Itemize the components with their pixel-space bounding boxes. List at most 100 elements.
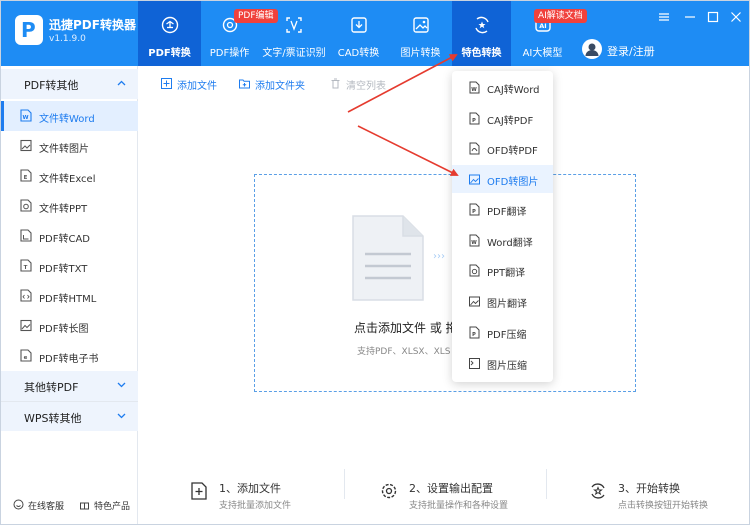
dropdown-item-caj-to-pdf[interactable]: P CAJ转PDF <box>452 104 553 132</box>
group-label: PDF转其他 <box>24 79 79 92</box>
login-register-link[interactable]: 登录/注册 <box>607 43 655 59</box>
step-divider <box>546 469 547 499</box>
sidebar-item-file-to-ppt[interactable]: 文件转PPT <box>1 191 138 221</box>
sidebar-group-other-to-pdf[interactable]: 其他转PDF <box>1 371 138 401</box>
dropdown-item-label: CAJ转PDF <box>487 116 534 127</box>
dropdown-item-label: PDF压缩 <box>487 330 527 341</box>
html-file-icon <box>20 289 32 302</box>
pdf-icon: P <box>469 203 480 216</box>
app-window: P 迅捷PDF转换器 v1.1.9.0 PDF转换 PDF操作 PDF编辑 文字… <box>0 0 750 525</box>
long-image-icon <box>20 319 32 332</box>
add-file-icon <box>191 482 207 500</box>
dropdown-item-label: OFD转PDF <box>487 146 538 157</box>
maximize-icon[interactable] <box>707 11 719 23</box>
dropdown-item-label: PPT翻译 <box>487 268 526 279</box>
nav-label: CAD转换 <box>337 48 380 59</box>
sidebar-group-pdf-to-other[interactable]: PDF转其他 <box>1 69 138 99</box>
sidebar-item-label: PDF转TXT <box>39 264 88 275</box>
image-file-icon <box>20 139 32 152</box>
ppt-icon <box>469 264 480 277</box>
add-folder-icon <box>239 79 250 89</box>
dropdown-item-caj-to-word[interactable]: W CAJ转Word <box>452 73 553 101</box>
avatar[interactable] <box>582 39 602 59</box>
add-file-label: 添加文件 <box>177 81 217 92</box>
svg-text:P: P <box>472 118 476 124</box>
dropdown-item-pdf-compress[interactable]: P PDF压缩 <box>452 318 553 346</box>
nav-ocr[interactable]: 文字/票证识别 <box>258 1 330 66</box>
step-title: 1、添加文件 <box>219 482 281 495</box>
nav-pdf-convert[interactable]: PDF转换 <box>138 1 201 66</box>
annotation-arrow-to-ofd-image <box>357 125 459 176</box>
step-title: 2、设置输出配置 <box>409 482 493 495</box>
cad-file-icon <box>20 229 32 242</box>
sidebar-item-file-to-image[interactable]: 文件转图片 <box>1 131 138 161</box>
sidebar-item-file-to-word[interactable]: W 文件转Word <box>1 101 138 131</box>
nav-image-convert[interactable]: 图片转换 <box>392 1 449 66</box>
image-icon <box>469 296 480 307</box>
word-icon: W <box>469 234 480 247</box>
sidebar-item-label: 文件转Excel <box>39 174 96 185</box>
svg-text:W: W <box>22 115 28 121</box>
svg-text:W: W <box>471 240 477 246</box>
file-drop-zone[interactable] <box>254 174 636 392</box>
sidebar-item-pdf-to-ebook[interactable]: e PDF转电子书 <box>1 341 138 371</box>
dropdown-item-label: 图片翻译 <box>487 299 527 310</box>
ebook-icon: e <box>20 349 32 362</box>
menu-icon[interactable] <box>658 11 670 23</box>
ppt-file-icon <box>20 199 32 212</box>
download-box-icon <box>350 17 367 33</box>
app-version: v1.1.9.0 <box>49 34 86 44</box>
image-icon <box>412 17 429 33</box>
clear-list-label: 清空列表 <box>346 81 386 92</box>
dropdown-item-word-translate[interactable]: W Word翻译 <box>452 226 553 254</box>
sidebar-item-pdf-to-txt[interactable]: T PDF转TXT <box>1 251 138 281</box>
group-label: WPS转其他 <box>24 412 82 425</box>
headset-icon <box>13 499 24 510</box>
app-title: 迅捷PDF转换器 <box>49 18 136 32</box>
step-subtitle: 支持批量添加文件 <box>219 501 292 511</box>
badge-ai-doc: AI解读文档 <box>534 9 587 23</box>
sidebar-group-wps-to-other[interactable]: WPS转其他 <box>1 401 138 431</box>
top-bar: P 迅捷PDF转换器 v1.1.9.0 PDF转换 PDF操作 PDF编辑 文字… <box>1 1 749 66</box>
image-icon <box>469 174 480 185</box>
user-avatar-icon <box>585 43 599 56</box>
nav-label: PDF操作 <box>209 48 250 59</box>
close-icon[interactable] <box>730 11 742 23</box>
dropdown-item-ofd-to-image[interactable]: OFD转图片 <box>452 165 553 193</box>
sidebar-item-pdf-to-html[interactable]: PDF转HTML <box>1 281 138 311</box>
sidebar: PDF转其他 W 文件转Word 文件转图片 E 文件转Excel 文件转PPT… <box>1 66 138 524</box>
txt-file-icon: T <box>20 259 32 272</box>
special-convert-dropdown: W CAJ转Word P CAJ转PDF OFD转PDF OFD转图片 P PD… <box>452 71 553 382</box>
dropdown-item-ppt-translate[interactable]: PPT翻译 <box>452 256 553 284</box>
special-products-link[interactable]: 特色产品 <box>94 499 130 512</box>
sidebar-item-pdf-to-cad[interactable]: PDF转CAD <box>1 221 138 251</box>
minimize-icon[interactable] <box>684 11 696 23</box>
nav-label: 文字/票证识别 <box>262 48 326 59</box>
nav-cad-convert[interactable]: CAD转换 <box>330 1 387 66</box>
online-service-link[interactable]: 在线客服 <box>28 499 64 512</box>
step-divider <box>344 469 345 499</box>
dropdown-item-image-translate[interactable]: 图片翻译 <box>452 287 553 315</box>
dropzone-subtitle: 支持PDF、XLSX、XLS <box>357 347 451 357</box>
convert-icon <box>591 483 605 499</box>
pdf-icon: P <box>469 326 480 339</box>
document-illustration-icon <box>352 215 424 301</box>
sidebar-item-label: PDF转HTML <box>39 294 97 305</box>
dropdown-item-ofd-to-pdf[interactable]: OFD转PDF <box>452 134 553 162</box>
svg-text:P: P <box>472 332 476 338</box>
sidebar-item-file-to-excel[interactable]: E 文件转Excel <box>1 161 138 191</box>
nav-label: PDF转换 <box>148 48 191 59</box>
nav-special-convert[interactable]: 特色转换 <box>452 1 511 66</box>
pdf-icon <box>469 142 480 155</box>
scan-icon <box>286 17 302 33</box>
group-label: 其他转PDF <box>24 381 79 394</box>
svg-text:W: W <box>471 87 477 93</box>
sidebar-item-label: 文件转图片 <box>39 144 89 155</box>
sidebar-item-pdf-to-long-image[interactable]: PDF转长图 <box>1 311 138 341</box>
dropdown-item-image-compress[interactable]: 图片压缩 <box>452 349 553 377</box>
star-refresh-icon <box>474 16 489 34</box>
add-file-icon <box>161 78 172 89</box>
svg-text:e: e <box>24 355 28 361</box>
dropdown-item-label: Word翻译 <box>487 238 533 249</box>
dropdown-item-pdf-translate[interactable]: P PDF翻译 <box>452 195 553 223</box>
